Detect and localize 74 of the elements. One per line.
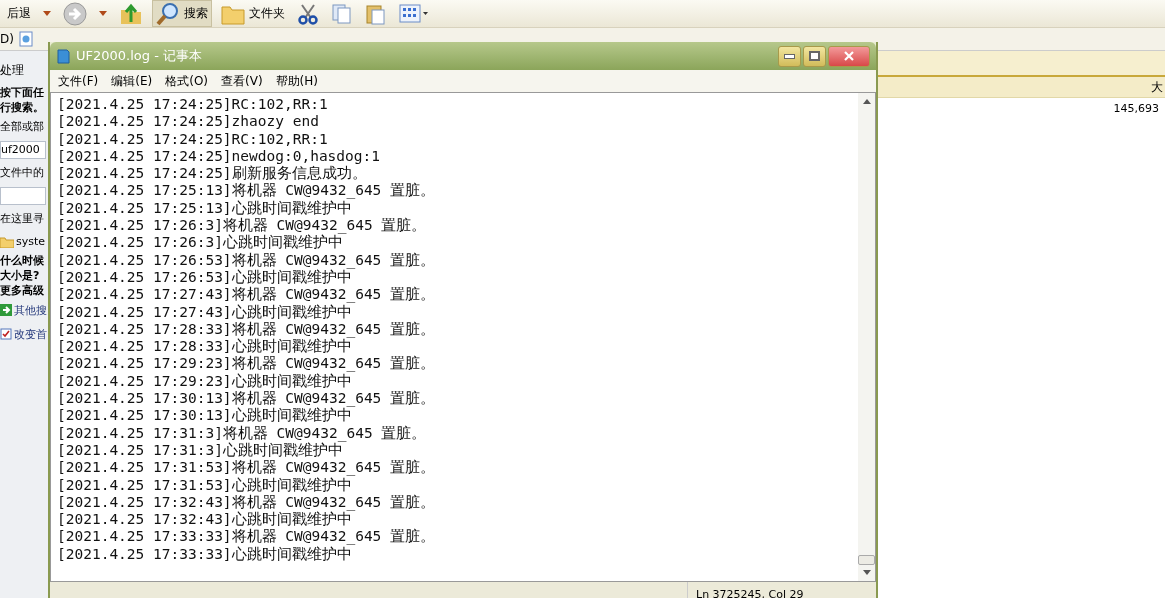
caret-icon[interactable] [43, 11, 51, 16]
scroll-thumb[interactable] [858, 555, 875, 565]
scroll-down-icon[interactable] [862, 570, 871, 576]
log-line: [2021.4.25 17:26:53]心跳时间戳维护中 [57, 268, 353, 286]
log-line: [2021.4.25 17:28:33]心跳时间戳维护中 [57, 338, 352, 355]
log-line: [2021.4.25 17:24:25]刷新服务信息成功。 [57, 165, 367, 182]
log-line: [2021.4.25 17:26:3]心跳时间戳维护中 [57, 234, 343, 252]
close-icon [843, 51, 855, 61]
log-line: [2021.4.25 17:31:53]将机器 CW@9432_645 置脏。 [57, 459, 437, 477]
file-size: 145,693 [1112, 101, 1160, 115]
pane-text: 按下面任 [0, 85, 44, 100]
log-line: [2021.4.25 17:30:13]心跳时间戳维护中 [57, 407, 352, 425]
pane-text: 什么时候 [0, 253, 44, 268]
log-line: [2021.4.25 17:31:3]心跳时间戳维护中 [57, 441, 344, 459]
log-line: [2021.4.25 17:32:43]将机器 CW@9432_645 置脏。 [57, 493, 437, 512]
pane-text: 全部或部 [0, 119, 44, 134]
log-line: [2021.4.25 17:24:25]zhaozy end [57, 113, 320, 131]
caret-icon[interactable] [99, 11, 107, 16]
log-line: [2021.4.25 17:29:23]将机器 CW@9432_645 置脏。 [57, 355, 437, 373]
text-field[interactable] [0, 186, 46, 205]
pane-text: 更多高级 [0, 283, 44, 298]
folder-up-icon[interactable] [119, 1, 143, 26]
column-header[interactable]: 大 [876, 77, 1165, 98]
log-line: [2021.4.25 17:26:53]将机器 CW@9432_645 置脏。 [57, 251, 437, 269]
close-button[interactable] [828, 45, 870, 67]
pane-text: 大小是? [0, 268, 40, 283]
log-line: [2021.4.25 17:31:53]心跳时间戳维护中 [57, 476, 353, 494]
log-line: [2021.4.25 17:29:23]心跳时间戳维护中 [57, 372, 353, 390]
menu-item[interactable]: 编辑(E) [111, 72, 153, 90]
log-line: [2021.4.25 17:25:13]将机器 CW@9432_645 置脏。 [57, 182, 437, 200]
option-link[interactable]: 改变首 [14, 326, 47, 342]
log-line: [2021.4.25 17:25:13]心跳时间戳维护中 [57, 199, 353, 217]
pane-title: 处理 [0, 61, 24, 79]
folder-icon [0, 235, 14, 248]
search-icon [156, 1, 180, 26]
log-line: [2021.4.25 17:27:43]心跳时间戳维护中 [57, 303, 353, 321]
scissors-icon[interactable] [297, 2, 319, 25]
log-line: [2021.4.25 17:32:43]心跳时间戳维护中 [57, 511, 352, 528]
scroll-up-icon[interactable] [862, 98, 871, 104]
menu-item[interactable]: 格式(O) [165, 72, 209, 90]
pane-text: 文件中的 [0, 165, 44, 180]
pane-text: 行搜索。 [0, 100, 44, 115]
search-field[interactable]: uf2000 [0, 140, 46, 159]
back-button[interactable]: 后退 [4, 1, 34, 26]
log-line: [2021.4.25 17:33:33]心跳时间戳维护中 [57, 545, 353, 563]
search-button[interactable]: 搜索 [152, 0, 212, 27]
log-line: [2021.4.25 17:28:33]将机器 CW@9432_645 置脏。 [57, 320, 437, 339]
menu-item[interactable]: 查看(V) [221, 72, 263, 90]
checklist-icon [0, 328, 12, 340]
folder-name[interactable]: syste [16, 235, 46, 248]
views-icon[interactable] [399, 2, 429, 25]
log-line: [2021.4.25 17:24:25]RC:102,RR:1 [57, 96, 329, 114]
folders-button[interactable]: 文件夹 [218, 1, 288, 26]
menu-item[interactable]: 文件(F) [58, 72, 99, 90]
address-label: D) [0, 32, 14, 46]
log-line: [2021.4.25 17:33:33]将机器 CW@9432_645 置脏。 [57, 528, 437, 546]
scrollbar[interactable] [858, 93, 875, 581]
log-line: [2021.4.25 17:24:25]RC:102,RR:1 [57, 130, 329, 148]
document-icon [17, 31, 34, 47]
pane-text: 在这里寻 [0, 211, 44, 226]
menu-item[interactable]: 帮助(H) [275, 72, 318, 90]
notepad-icon [56, 48, 70, 64]
log-line: [2021.4.25 17:30:13]将机器 CW@9432_645 置脏。 [57, 390, 437, 408]
maximize-button[interactable] [803, 45, 826, 67]
column-label: 大 [1151, 78, 1163, 96]
paste-icon[interactable] [365, 2, 387, 25]
log-line: [2021.4.25 17:31:3]将机器 CW@9432_645 置脏。 [57, 424, 428, 442]
log-line: [2021.4.25 17:27:43]将机器 CW@9432_645 置脏。 [57, 286, 437, 304]
log-line: [2021.4.25 17:26:3]将机器 CW@9432_645 置脏。 [57, 217, 428, 235]
option-link[interactable]: 其他搜 [14, 302, 47, 318]
minimize-button[interactable] [778, 45, 801, 67]
window-title: UF2000.log - 记事本 [76, 47, 203, 65]
log-line: [2021.4.25 17:24:25]newdog:0,hasdog:1 [57, 147, 381, 166]
arrow-icon [0, 304, 12, 316]
